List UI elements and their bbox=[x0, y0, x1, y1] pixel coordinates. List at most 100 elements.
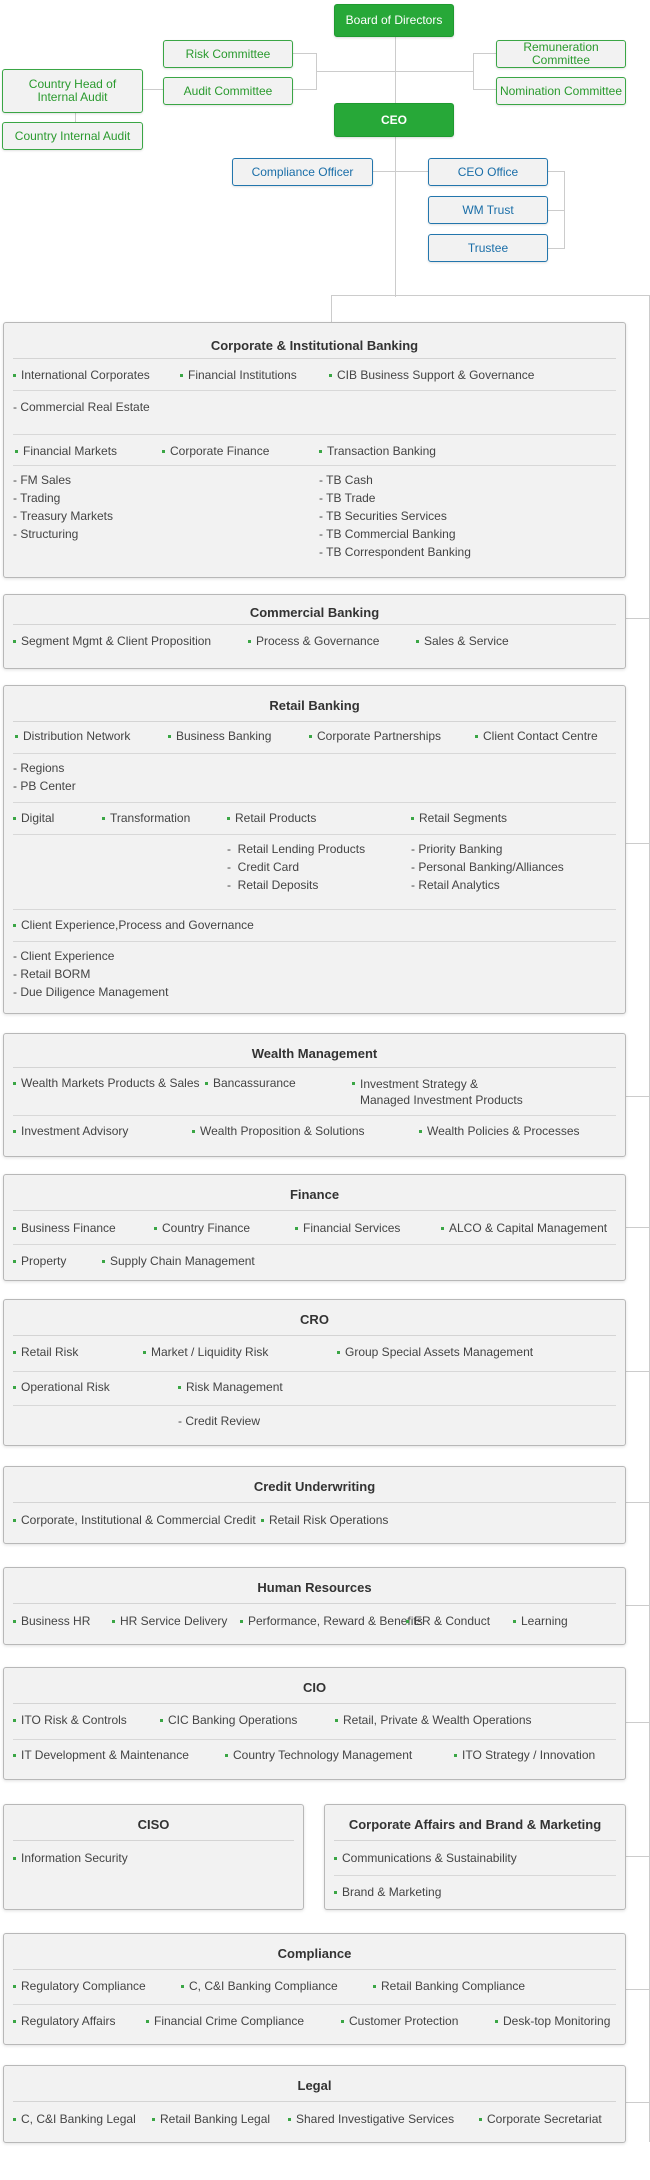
list-item[interactable]: Investment Strategy & Managed Investment… bbox=[352, 1076, 523, 1108]
list-item[interactable]: Retail, Private & Wealth Operations bbox=[335, 1713, 532, 1727]
list-item[interactable]: Financial Services bbox=[295, 1221, 441, 1235]
list-item[interactable]: Investment Advisory bbox=[13, 1124, 192, 1138]
sub-item[interactable]: - PB Center bbox=[13, 777, 76, 795]
list-item[interactable]: Transformation bbox=[102, 811, 227, 825]
sub-item[interactable]: - Credit Review bbox=[178, 1412, 260, 1430]
sub-item[interactable]: - TB Cash bbox=[319, 471, 471, 489]
list-item[interactable]: Client Contact Centre bbox=[475, 729, 598, 743]
list-item[interactable]: Transaction Banking bbox=[319, 444, 436, 458]
sub-item[interactable]: - TB Commercial Banking bbox=[319, 525, 471, 543]
list-item[interactable]: Retail Segments bbox=[411, 811, 507, 825]
list-item[interactable]: Retail Banking Legal bbox=[152, 2112, 288, 2126]
bullet-icon bbox=[13, 817, 16, 820]
list-item[interactable]: Corporate, Institutional & Commercial Cr… bbox=[13, 1513, 261, 1527]
sub-item[interactable]: - Trading bbox=[13, 489, 319, 507]
sub-item[interactable]: - TB Trade bbox=[319, 489, 471, 507]
list-item[interactable]: Brand & Marketing bbox=[334, 1885, 441, 1899]
list-item[interactable]: Segment Mgmt & Client Proposition bbox=[13, 634, 248, 648]
sub-item[interactable]: - Personal Banking/Alliances bbox=[411, 858, 564, 876]
list-item[interactable]: Wealth Markets Products & Sales bbox=[13, 1076, 205, 1090]
list-item[interactable]: Corporate Finance bbox=[162, 444, 319, 458]
list-item[interactable]: Sales & Service bbox=[416, 634, 509, 648]
sub-item[interactable]: - Retail Deposits bbox=[227, 876, 411, 894]
nomination-committee-node[interactable]: Nomination Committee bbox=[496, 77, 626, 105]
list-item[interactable]: International Corporates bbox=[13, 368, 180, 382]
list-item[interactable]: Retail Banking Compliance bbox=[373, 1979, 525, 1993]
sub-item[interactable]: - Priority Banking bbox=[411, 840, 564, 858]
sub-item[interactable]: - Structuring bbox=[13, 525, 319, 543]
list-item[interactable]: Wealth Proposition & Solutions bbox=[192, 1124, 419, 1138]
ceo-node[interactable]: CEO bbox=[334, 103, 454, 137]
sub-item[interactable]: - Regions bbox=[13, 759, 76, 777]
list-item[interactable]: CIC Banking Operations bbox=[160, 1713, 335, 1727]
list-item[interactable]: Corporate Partnerships bbox=[309, 729, 475, 743]
sub-item[interactable]: - Due Diligence Management bbox=[13, 983, 168, 1001]
list-item[interactable]: IT Development & Maintenance bbox=[13, 1748, 225, 1762]
list-item[interactable]: Business Banking bbox=[168, 729, 309, 743]
list-item[interactable]: Risk Management bbox=[178, 1380, 283, 1394]
list-item[interactable]: Process & Governance bbox=[248, 634, 416, 648]
list-item[interactable]: Desk-top Monitoring bbox=[495, 2014, 610, 2028]
list-item[interactable]: ITO Risk & Controls bbox=[13, 1713, 160, 1727]
sub-item[interactable]: - Retail Lending Products bbox=[227, 840, 411, 858]
list-item[interactable]: Financial Markets bbox=[13, 444, 162, 458]
list-item[interactable]: Financial Crime Compliance bbox=[146, 2014, 341, 2028]
list-item[interactable]: Property bbox=[13, 1254, 102, 1268]
list-item[interactable]: C, C&I Banking Legal bbox=[13, 2112, 152, 2126]
list-item[interactable]: Shared Investigative Services bbox=[288, 2112, 479, 2126]
trustee-node[interactable]: Trustee bbox=[428, 234, 548, 262]
list-item[interactable]: Learning bbox=[513, 1614, 568, 1628]
remuneration-committee-node[interactable]: Remuneration Committee bbox=[496, 40, 626, 68]
sub-item[interactable]: - TB Correspondent Banking bbox=[319, 543, 471, 561]
list-item[interactable]: Supply Chain Management bbox=[102, 1254, 255, 1268]
list-item[interactable]: CIB Business Support & Governance bbox=[329, 368, 534, 382]
list-item[interactable]: Communications & Sustainability bbox=[334, 1851, 517, 1865]
compliance-row-1: Regulatory Compliance C, C&I Banking Com… bbox=[13, 1970, 616, 2005]
list-item[interactable]: C, C&I Banking Compliance bbox=[181, 1979, 373, 1993]
list-item[interactable]: HR Service Delivery bbox=[112, 1614, 240, 1628]
ceo-office-node[interactable]: CEO Office bbox=[428, 158, 548, 186]
sub-item[interactable]: - Client Experience bbox=[13, 947, 168, 965]
list-item[interactable]: Digital bbox=[13, 811, 102, 825]
list-item[interactable]: Market / Liquidity Risk bbox=[143, 1345, 337, 1359]
list-item[interactable]: Retail Risk Operations bbox=[261, 1513, 388, 1527]
country-head-internal-audit-node[interactable]: Country Head of Internal Audit bbox=[2, 69, 143, 113]
connector-line bbox=[547, 210, 565, 211]
sub-item[interactable]: - Commercial Real Estate bbox=[13, 398, 150, 416]
list-item[interactable]: Retail Risk bbox=[13, 1345, 143, 1359]
country-internal-audit-node[interactable]: Country Internal Audit bbox=[2, 122, 143, 150]
list-item[interactable]: Bancassurance bbox=[205, 1076, 352, 1090]
compliance-officer-node[interactable]: Compliance Officer bbox=[232, 158, 373, 186]
list-item[interactable]: ITO Strategy / Innovation bbox=[454, 1748, 595, 1762]
sub-item[interactable]: - Retail BORM bbox=[13, 965, 168, 983]
list-item[interactable]: ALCO & Capital Management bbox=[441, 1221, 607, 1235]
list-item[interactable]: Performance, Reward & Benefits bbox=[240, 1614, 423, 1628]
audit-committee-node[interactable]: Audit Committee bbox=[163, 77, 293, 105]
sub-item[interactable]: - Credit Card bbox=[227, 858, 411, 876]
list-item[interactable]: ER & Conduct bbox=[406, 1614, 513, 1628]
list-item[interactable]: Customer Protection bbox=[341, 2014, 495, 2028]
list-item[interactable]: Client Experience,Process and Governance bbox=[13, 918, 254, 932]
wm-trust-node[interactable]: WM Trust bbox=[428, 196, 548, 224]
list-item[interactable]: Financial Institutions bbox=[180, 368, 329, 382]
sub-item[interactable]: - FM Sales bbox=[13, 471, 319, 489]
list-item[interactable]: Operational Risk bbox=[13, 1380, 178, 1394]
bullet-icon bbox=[406, 1620, 409, 1623]
list-item[interactable]: Group Special Assets Management bbox=[337, 1345, 533, 1359]
list-item[interactable]: Business Finance bbox=[13, 1221, 154, 1235]
list-item[interactable]: Country Finance bbox=[154, 1221, 295, 1235]
risk-committee-node[interactable]: Risk Committee bbox=[163, 40, 293, 68]
list-item[interactable]: Country Technology Management bbox=[225, 1748, 454, 1762]
list-item[interactable]: Regulatory Affairs bbox=[13, 2014, 146, 2028]
list-item[interactable]: Distribution Network bbox=[13, 729, 168, 743]
list-item[interactable]: Regulatory Compliance bbox=[13, 1979, 181, 1993]
board-of-directors-node[interactable]: Board of Directors bbox=[334, 4, 454, 37]
list-item[interactable]: Retail Products bbox=[227, 811, 411, 825]
sub-item[interactable]: - Retail Analytics bbox=[411, 876, 564, 894]
list-item[interactable]: Wealth Policies & Processes bbox=[419, 1124, 580, 1138]
list-item[interactable]: Business HR bbox=[13, 1614, 112, 1628]
list-item[interactable]: Corporate Secretariat bbox=[479, 2112, 602, 2126]
sub-item[interactable]: - Treasury Markets bbox=[13, 507, 319, 525]
sub-item[interactable]: - TB Securities Services bbox=[319, 507, 471, 525]
list-item[interactable]: Information Security bbox=[13, 1851, 128, 1865]
